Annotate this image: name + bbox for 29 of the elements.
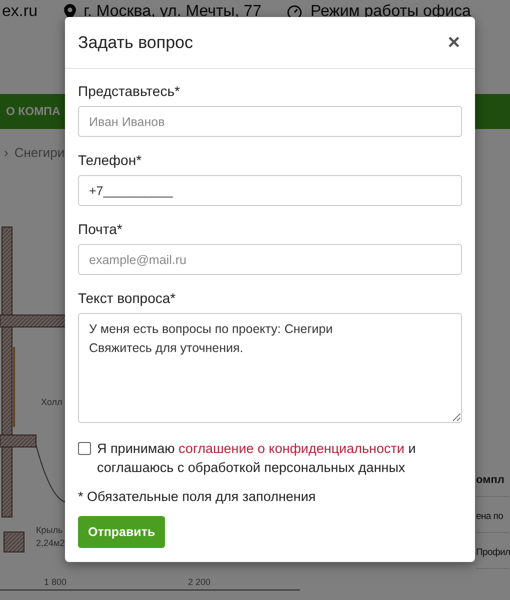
consent-checkbox[interactable]: [78, 442, 91, 455]
field-label: Почта*: [78, 221, 124, 237]
submit-button[interactable]: Отправить: [78, 516, 166, 548]
modal-title: Задать вопрос: [78, 32, 193, 52]
room-label: Холл: [41, 397, 62, 407]
close-button[interactable]: ×: [446, 32, 462, 53]
panel-title: омпл: [476, 462, 509, 497]
panel-item[interactable]: Профил: [476, 533, 509, 569]
breadcrumb-link[interactable]: Снегири: [14, 144, 65, 160]
message-field[interactable]: У меня есть вопросы по проекту: Снегири Свяжитесь для уточнения.: [78, 313, 462, 423]
privacy-link[interactable]: соглашение о конфиденциальности: [178, 441, 404, 456]
dimension-label: 1 800: [44, 577, 67, 587]
field-label: Текст вопроса*: [78, 290, 177, 306]
required-note: * Обязательные поля для заполнения: [78, 489, 317, 504]
panel-item[interactable]: ена по: [476, 497, 509, 533]
breadcrumb-separator: ›: [4, 144, 8, 160]
room-label: Крыль: [36, 525, 63, 535]
nav-item[interactable]: О КОМПА: [6, 106, 60, 118]
input-field[interactable]: Иван Иванов: [78, 106, 462, 137]
clock-icon: [287, 4, 302, 20]
field-label: Телефон*: [78, 152, 143, 168]
field-label: Представьтесь*: [78, 83, 181, 99]
location-pin-icon: [64, 4, 76, 20]
dimension-label: 2 200: [188, 577, 211, 587]
input-field[interactable]: +7__________: [78, 175, 462, 206]
site-text: ex.ru: [2, 2, 38, 22]
input-field[interactable]: example@mail.ru: [78, 244, 462, 275]
consent-text: Я принимаю соглашение о конфиденциальности и соглашаюсь с обработкой персональных данных: [97, 440, 417, 477]
area-label: 2,24м2: [36, 538, 65, 548]
